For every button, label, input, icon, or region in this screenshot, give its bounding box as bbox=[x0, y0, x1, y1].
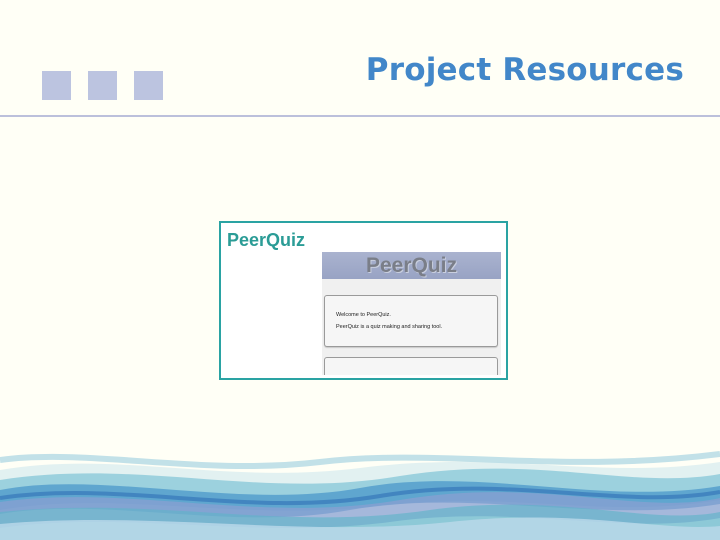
resource-title: PeerQuiz bbox=[227, 230, 306, 250]
screenshot-welcome-panel: Welcome to PeerQuiz. PeerQuiz is a quiz … bbox=[324, 295, 498, 347]
slide-title: Project Resources bbox=[365, 52, 684, 88]
screenshot-welcome-text: Welcome to PeerQuiz. bbox=[336, 312, 391, 318]
resource-screenshot: PeerQuiz Welcome to PeerQuiz. PeerQuiz i… bbox=[322, 252, 501, 375]
decorative-square bbox=[134, 71, 163, 100]
decorative-square bbox=[42, 71, 71, 100]
decorative-squares bbox=[42, 71, 163, 100]
title-divider bbox=[0, 115, 720, 117]
screenshot-logo-text: PeerQuiz bbox=[365, 254, 458, 277]
screenshot-description-text: PeerQuiz is a quiz making and sharing to… bbox=[336, 324, 443, 330]
decorative-waves bbox=[0, 451, 720, 540]
screenshot-second-panel bbox=[324, 357, 498, 375]
screenshot-header: PeerQuiz bbox=[322, 252, 501, 279]
decorative-square bbox=[88, 71, 117, 100]
resource-link-card[interactable]: PeerQuiz PeerQuiz Welcome to PeerQuiz. P… bbox=[219, 221, 508, 380]
